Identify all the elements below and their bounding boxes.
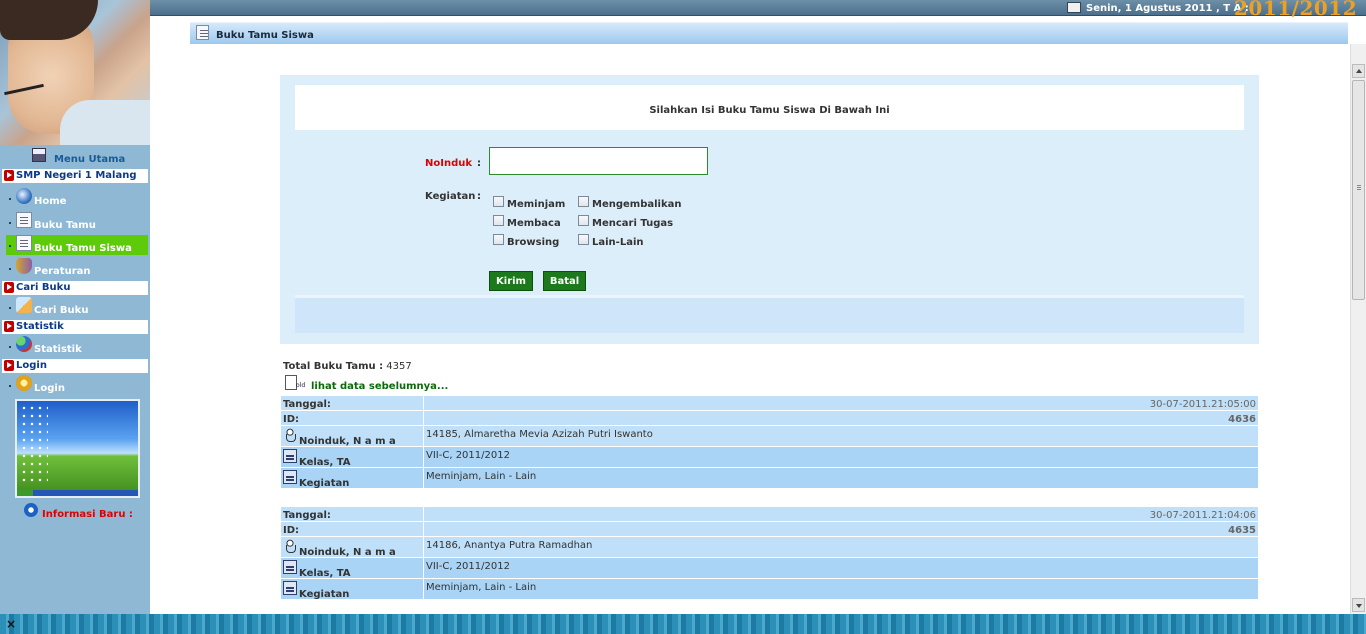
current-date: Senin, 1 Agustus 2011 , T A : — [1086, 3, 1249, 14]
kirim-button[interactable]: Kirim — [489, 271, 533, 291]
academic-year: 2011/2012 — [1234, 0, 1358, 20]
info-icon — [24, 503, 38, 517]
row-kegiatan: Kegiatan Meminjam, Lain - Lain — [281, 579, 1258, 600]
entry-noinduk-nama: 14185, Almaretha Mevia Azizah Putri Iswa… — [426, 429, 653, 440]
search-icon — [16, 297, 32, 313]
previous-data-link[interactable]: lihat data sebelumnya... — [283, 375, 463, 392]
sidebar-item-login[interactable]: Login — [6, 375, 148, 395]
transfer-icon — [283, 449, 297, 463]
total-value: 4357 — [386, 361, 412, 372]
row-id: ID: 4636 — [281, 411, 1258, 425]
row-kelas: Kelas, TA VII-C, 2011/2012 — [281, 558, 1258, 579]
row-noinduk-nama: Noinduk, N a m a 14186, Anantya Putra Ra… — [281, 537, 1258, 558]
sidebar-item-buku-tamu[interactable]: Buku Tamu — [6, 212, 148, 232]
checkbox-box[interactable] — [493, 196, 504, 207]
login-icon — [16, 375, 32, 391]
arrow-right-icon — [4, 360, 14, 371]
sidebar-item-statistik[interactable]: Statistik — [6, 336, 148, 356]
page-title-bar: Buku Tamu Siswa — [190, 22, 1348, 44]
checkbox-box[interactable] — [578, 215, 589, 226]
row-kegiatan: Kegiatan Meminjam, Lain - Lain — [281, 468, 1258, 489]
section-statistik: Statistik — [2, 320, 148, 334]
entry-id: 4636 — [1228, 414, 1256, 425]
person-icon — [283, 539, 297, 553]
person-icon — [283, 428, 297, 442]
checkbox-box[interactable] — [493, 234, 504, 245]
form-body: NoInduk : Kegiatan : Meminjam Mengembali… — [295, 131, 1244, 291]
entry-kelas: VII-C, 2011/2012 — [426, 561, 510, 572]
entry-kegiatan: Meminjam, Lain - Lain — [426, 582, 537, 593]
row-tanggal: Tanggal: 30-07-2011.21:04:06 — [281, 507, 1258, 521]
checkbox-mencari-tugas[interactable]: Mencari Tugas — [578, 213, 718, 229]
section-cari-buku: Cari Buku — [2, 281, 148, 295]
shield-icon — [16, 258, 32, 274]
informasi-baru: Informasi Baru : — [24, 503, 144, 521]
calendar-icon — [1067, 2, 1081, 13]
page-icon — [196, 25, 209, 40]
checkbox-box[interactable] — [493, 215, 504, 226]
kegiatan-label: Kegiatan — [425, 191, 476, 202]
entry-kelas: VII-C, 2011/2012 — [426, 450, 510, 461]
page-icon — [16, 235, 32, 251]
form-heading: Silahkan Isi Buku Tamu Siswa Di Bawah In… — [295, 85, 1244, 130]
scroll-up-button[interactable] — [1352, 64, 1365, 78]
guestbook-form: Silahkan Isi Buku Tamu Siswa Di Bawah In… — [280, 75, 1259, 344]
transfer-icon — [283, 560, 297, 574]
row-tanggal: Tanggal: 30-07-2011.21:05:00 — [281, 396, 1258, 410]
batal-button[interactable]: Batal — [543, 271, 586, 291]
arrow-right-icon — [4, 282, 14, 293]
top-bar: Senin, 1 Agustus 2011 , T A : 2011/2012 — [150, 0, 1366, 20]
scroll-down-button[interactable] — [1352, 598, 1365, 612]
noinduk-label: NoInduk — [425, 158, 473, 169]
header-photo — [0, 0, 150, 145]
entry-noinduk-nama: 14186, Anantya Putra Ramadhan — [426, 540, 593, 551]
vertical-scrollbar[interactable] — [1350, 44, 1366, 614]
transfer-icon — [283, 581, 297, 595]
bottom-bar: × — [0, 614, 1366, 634]
noinduk-input[interactable] — [489, 147, 708, 175]
entry-id: 4635 — [1228, 525, 1256, 536]
checkbox-box[interactable] — [578, 196, 589, 207]
form-footer — [295, 295, 1244, 333]
checkbox-mengembalikan[interactable]: Mengembalikan — [578, 194, 718, 210]
old-document-icon — [283, 375, 307, 391]
statistics-icon — [16, 336, 32, 352]
entry-date: 30-07-2011.21:05:00 — [1149, 399, 1256, 410]
entry-date: 30-07-2011.21:04:06 — [1149, 510, 1256, 521]
sidebar: Menu Utama SMP Negeri 1 Malang Home Buku… — [0, 0, 150, 614]
arrow-right-icon — [4, 170, 14, 181]
row-kelas: Kelas, TA VII-C, 2011/2012 — [281, 447, 1258, 468]
checkbox-box[interactable] — [578, 234, 589, 245]
desktop-screenshot-image — [15, 399, 140, 498]
colon: : — [477, 191, 481, 202]
transfer-icon — [283, 470, 297, 484]
computer-icon — [32, 148, 46, 162]
checkbox-lain-lain[interactable]: Lain-Lain — [578, 232, 718, 248]
total-buku-tamu: Total Buku Tamu : 4357 — [283, 361, 412, 372]
entry-kegiatan: Meminjam, Lain - Lain — [426, 471, 537, 482]
scroll-thumb[interactable] — [1352, 80, 1365, 300]
colon: : — [477, 158, 481, 169]
row-noinduk-nama: Noinduk, N a m a 14185, Almaretha Mevia … — [281, 426, 1258, 447]
page-icon — [16, 212, 32, 228]
close-icon[interactable]: × — [6, 617, 16, 631]
section-smp-negeri: SMP Negeri 1 Malang — [2, 169, 148, 183]
menu-title: Menu Utama — [30, 148, 148, 168]
section-login: Login — [2, 359, 148, 373]
sidebar-item-buku-tamu-siswa[interactable]: Buku Tamu Siswa — [6, 235, 148, 255]
page-title: Buku Tamu Siswa — [216, 30, 314, 41]
sidebar-item-peraturan[interactable]: Peraturan — [6, 258, 148, 278]
arrow-right-icon — [4, 321, 14, 332]
home-icon — [16, 188, 32, 204]
sidebar-item-home[interactable]: Home — [6, 188, 148, 208]
sidebar-item-cari-buku[interactable]: Cari Buku — [6, 297, 148, 317]
row-id: ID: 4635 — [281, 522, 1258, 536]
